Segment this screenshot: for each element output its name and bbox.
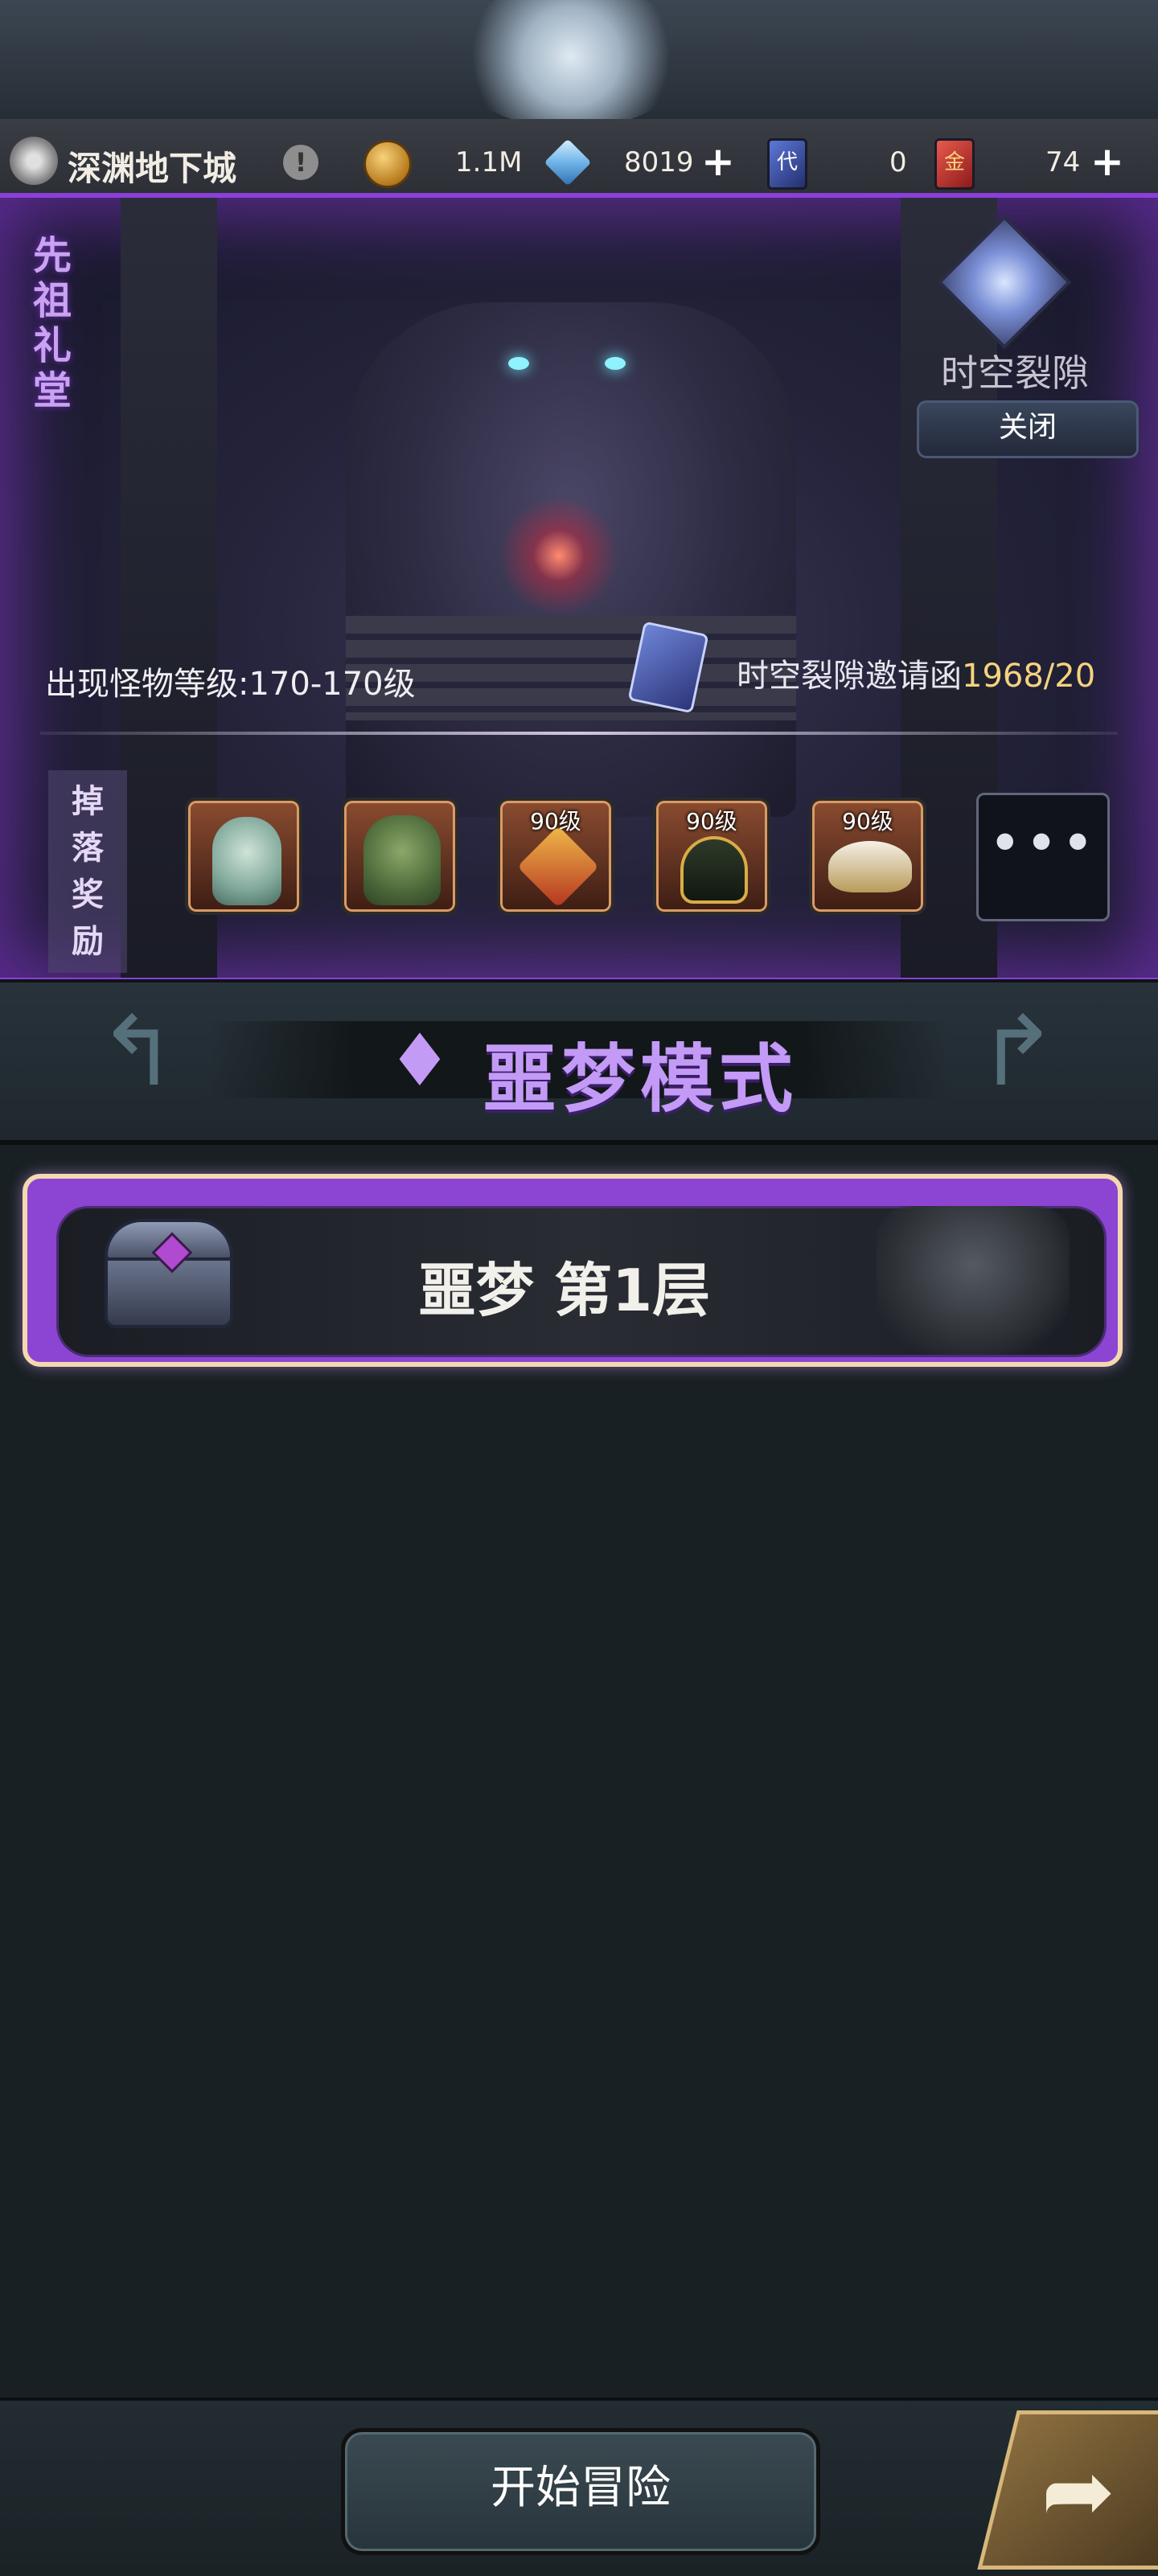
add-gold-card-button[interactable]: + (1090, 142, 1124, 182)
gold-coin-icon (363, 140, 412, 188)
close-button[interactable]: 关闭 (917, 400, 1139, 458)
treasure-chest-icon (96, 1206, 241, 1335)
info-icon[interactable]: ! (283, 145, 318, 180)
elf-portrait (212, 817, 281, 905)
demon-mode-icon: ♦ (387, 1019, 453, 1103)
skull-decoration (450, 0, 692, 121)
throne-glow (499, 495, 619, 616)
knight-statue (877, 1206, 1070, 1355)
wings-icon (828, 841, 912, 892)
share-arrow-icon: ➦ (1041, 2439, 1115, 2542)
boss-eye-left (508, 357, 529, 370)
monster-level-text: 出现怪物等级:170-170级 (45, 666, 416, 703)
gold-card-icon: 金 (934, 138, 975, 190)
gold-amount: 1.1M (455, 146, 523, 178)
add-crystal-button[interactable]: + (701, 142, 735, 182)
reward-slot-goblin[interactable] (341, 798, 458, 915)
invitation-count: 1968/20 (962, 658, 1096, 695)
generic-card-amount: 0 (889, 146, 907, 178)
mode-title: 噩梦模式 (482, 1036, 799, 1122)
drop-rewards-text: 掉落奖励 (72, 783, 104, 960)
helmet-icon (680, 836, 748, 904)
rift-label: 时空裂隙 (941, 351, 1089, 395)
more-rewards-button[interactable]: ••• (976, 793, 1110, 921)
banner-divider (40, 732, 1118, 735)
invitation-label: 时空裂隙邀请函 (737, 658, 962, 695)
weapon-icon (517, 826, 599, 908)
invitation-info: 时空裂隙邀请函1968/20 (737, 650, 1095, 696)
crystal-amount: 8019 (624, 146, 694, 178)
location-title: 深渊地下城 (68, 149, 237, 188)
hall-title: 先祖礼堂 (32, 233, 72, 413)
boss-eye-right (605, 357, 626, 370)
reward-level: 90级 (842, 808, 893, 835)
goblin-portrait (363, 815, 441, 905)
reward-slot-weapon[interactable]: 90级 (497, 798, 614, 915)
gold-card-amount: 74 (1045, 146, 1081, 178)
start-adventure-button[interactable]: 开始冒险 (341, 2428, 820, 2555)
drop-rewards-label: 掉落奖励 (48, 770, 127, 973)
reward-slot-helmet[interactable]: 90级 (653, 798, 770, 915)
prev-mode-arrow[interactable]: ↰ (85, 1004, 190, 1105)
floor-label: 噩梦 第1层 (418, 1257, 711, 1324)
reward-level: 90级 (686, 808, 737, 835)
reward-slot-wings[interactable]: 90级 (809, 798, 926, 915)
location-icon (10, 137, 58, 185)
generic-card-icon: 代 (767, 138, 807, 190)
top-backdrop (0, 0, 1158, 121)
next-mode-arrow[interactable]: ↱ (965, 1004, 1070, 1105)
reward-slot-elf[interactable] (185, 798, 302, 915)
